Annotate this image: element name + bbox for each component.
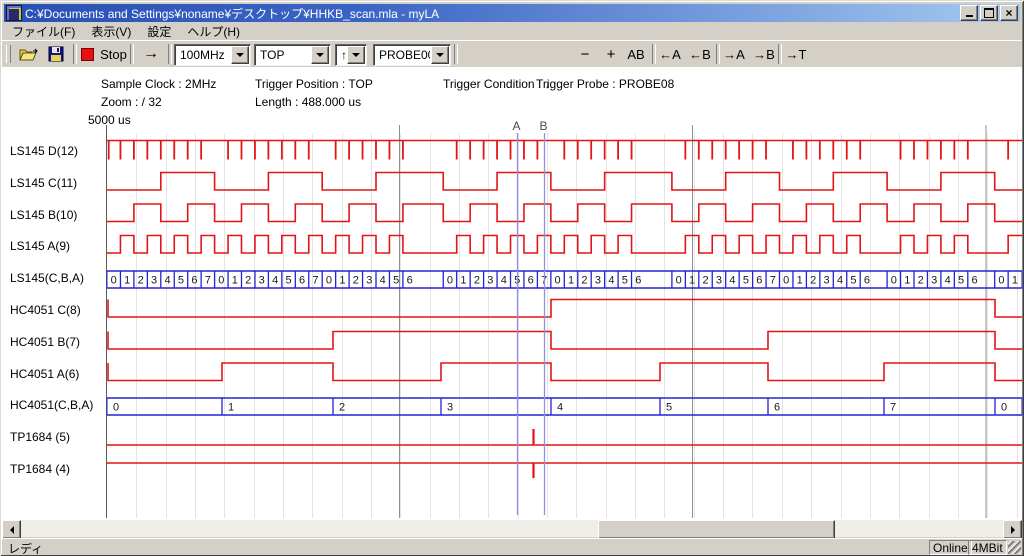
channel-label: TP1684 (5) (10, 430, 106, 445)
trigger-edge-combo[interactable]: ↑ (335, 44, 367, 66)
stop-button[interactable]: Stop (80, 43, 128, 65)
maximize-button[interactable] (980, 5, 998, 21)
status-online-badge: Online (929, 540, 972, 555)
trigger-position-info: Trigger Position : TOP (255, 77, 373, 91)
dropdown-button[interactable] (347, 46, 365, 64)
dropdown-button[interactable] (231, 46, 249, 64)
toolbar-separator (454, 44, 458, 64)
menu-view[interactable]: 表示(V) (83, 22, 139, 41)
channel-label: LS145 D(12) (10, 144, 106, 159)
trigger-probe-combo[interactable]: PROBE00 (373, 44, 451, 66)
goto-trigger-button[interactable]: →T (783, 43, 809, 65)
minimize-button[interactable] (960, 5, 978, 21)
sample-clock-info: Sample Clock : 2MHz (101, 77, 216, 91)
trigger-edge-value: ↑ (336, 48, 346, 62)
app-window: C:¥Documents and Settings¥noname¥デスクトップ¥… (0, 0, 1024, 556)
scroll-left-button[interactable] (2, 520, 21, 539)
run-button[interactable]: → (136, 43, 166, 65)
toolbar-grip[interactable] (6, 45, 11, 63)
menu-help[interactable]: ヘルプ(H) (179, 22, 248, 41)
channel-label: LS145 C(11) (10, 176, 106, 191)
channel-label: HC4051 A(6) (10, 367, 106, 382)
window-title: C:¥Documents and Settings¥noname¥デスクトップ¥… (25, 5, 960, 22)
stop-label: Stop (100, 47, 127, 62)
zoom-in-button[interactable]: + (600, 43, 622, 65)
status-ready-text: レディ (8, 540, 43, 556)
status-bar: レディ Online 4MBit (2, 538, 1022, 555)
sample-clock-value: 100MHz (175, 48, 230, 62)
goto-b-left-button[interactable]: ←B (687, 43, 713, 65)
trigger-probe-info: Trigger Probe : PROBE08 (536, 77, 674, 91)
zoom-info: Zoom : / 32 (101, 95, 162, 109)
channel-label: LS145 A(9) (10, 239, 106, 254)
channel-label: LS145(C,B,A) (10, 271, 106, 286)
open-file-button[interactable] (16, 43, 42, 65)
close-button[interactable]: × (1000, 5, 1018, 21)
toolbar: Stop → 100MHz TOP ↑ PROBE00 − + AB ←A ←B (2, 40, 1022, 68)
chevron-down-icon (236, 53, 244, 57)
close-icon: × (1005, 8, 1012, 18)
trigger-probe-value: PROBE00 (374, 48, 430, 62)
save-button[interactable] (44, 43, 68, 65)
channel-label: HC4051 B(7) (10, 335, 106, 350)
horizontal-scrollbar[interactable] (2, 520, 1022, 537)
toolbar-separator (130, 44, 134, 64)
menu-file[interactable]: ファイル(F) (4, 22, 83, 41)
title-bar[interactable]: C:¥Documents and Settings¥noname¥デスクトップ¥… (4, 4, 1020, 22)
waveform-client-area[interactable] (2, 67, 1022, 520)
save-floppy-icon (48, 46, 64, 62)
channel-label: HC4051 C(8) (10, 303, 106, 318)
channel-label: LS145 B(10) (10, 208, 106, 223)
status-memory-badge: 4MBit (968, 540, 1007, 555)
chevron-down-icon (316, 53, 324, 57)
arrow-right-icon (1011, 526, 1015, 534)
chevron-down-icon (352, 53, 360, 57)
scrollbar-thumb[interactable] (598, 520, 835, 539)
maximize-icon (984, 8, 994, 18)
toolbar-separator (168, 44, 172, 64)
goto-a-left-button[interactable]: ←A (657, 43, 683, 65)
app-icon (6, 5, 22, 21)
chevron-down-icon (436, 53, 444, 57)
zoom-out-button[interactable]: − (574, 43, 596, 65)
toolbar-separator (778, 44, 782, 64)
arrow-left-icon (10, 526, 14, 534)
goto-b-right-button[interactable]: →B (751, 43, 777, 65)
dropdown-button[interactable] (431, 46, 449, 64)
resize-grip[interactable] (1008, 541, 1021, 554)
ruler-time-label: 5000 us (88, 113, 131, 127)
toolbar-separator (73, 44, 77, 64)
trigger-condition-info: Trigger Condition : ↓ (443, 77, 551, 91)
dropdown-button[interactable] (311, 46, 329, 64)
stop-icon (81, 48, 94, 61)
trigger-position-combo[interactable]: TOP (254, 44, 331, 66)
sample-clock-combo[interactable]: 100MHz (174, 44, 251, 66)
length-info: Length : 488.000 us (255, 95, 361, 109)
channel-label: HC4051(C,B,A) (10, 398, 106, 413)
zoom-ab-button[interactable]: AB (624, 43, 648, 65)
trigger-position-value: TOP (255, 48, 310, 62)
menu-bar: ファイル(F) 表示(V) 設定 ヘルプ(H) (4, 23, 1020, 40)
channel-label: TP1684 (4) (10, 462, 106, 477)
open-folder-icon (19, 47, 39, 62)
scroll-right-button[interactable] (1003, 520, 1022, 539)
goto-a-right-button[interactable]: →A (721, 43, 747, 65)
minimize-icon (966, 7, 973, 17)
menu-settings[interactable]: 設定 (139, 22, 179, 41)
toolbar-separator (716, 44, 720, 64)
toolbar-separator (652, 44, 656, 64)
